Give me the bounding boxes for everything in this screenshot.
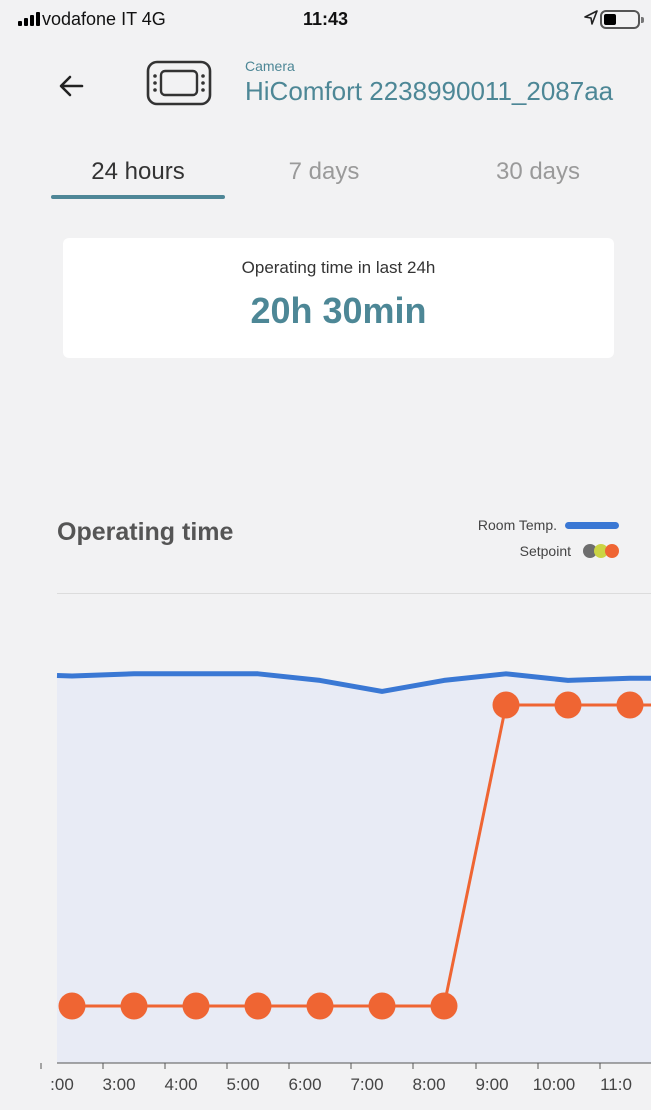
app-screen: vodafone IT 4G 11:43 Camera HiComfort 22… [0,0,651,1110]
setpoint-point [58,992,86,1020]
x-tick-label: 11:0 [600,1075,632,1094]
right-edge [651,0,672,1110]
x-tick-label: 7:00 [350,1075,383,1094]
x-tick-label: :00 [50,1075,74,1094]
operating-time-chart: :00 3:00 4:00 5:00 6:00 7:00 8:00 9:00 10:00 11:0 [40,671,651,1094]
setpoint-point [368,992,396,1020]
setpoint-point [430,992,458,1020]
x-tick-label: 9:00 [475,1075,508,1094]
setpoint-point [616,691,644,719]
setpoint-point [120,992,148,1020]
x-tick-label: 8:00 [412,1075,445,1094]
x-tick-label: 4:00 [164,1075,197,1094]
setpoint-point [492,691,520,719]
setpoint-point [182,992,210,1020]
x-tick-label: 5:00 [226,1075,259,1094]
x-tick-label: 3:00 [102,1075,135,1094]
x-tick-label: 10:00 [533,1075,576,1094]
setpoint-point [554,691,582,719]
setpoint-point [306,992,334,1020]
x-tick-label: 6:00 [288,1075,321,1094]
setpoint-point [244,992,272,1020]
